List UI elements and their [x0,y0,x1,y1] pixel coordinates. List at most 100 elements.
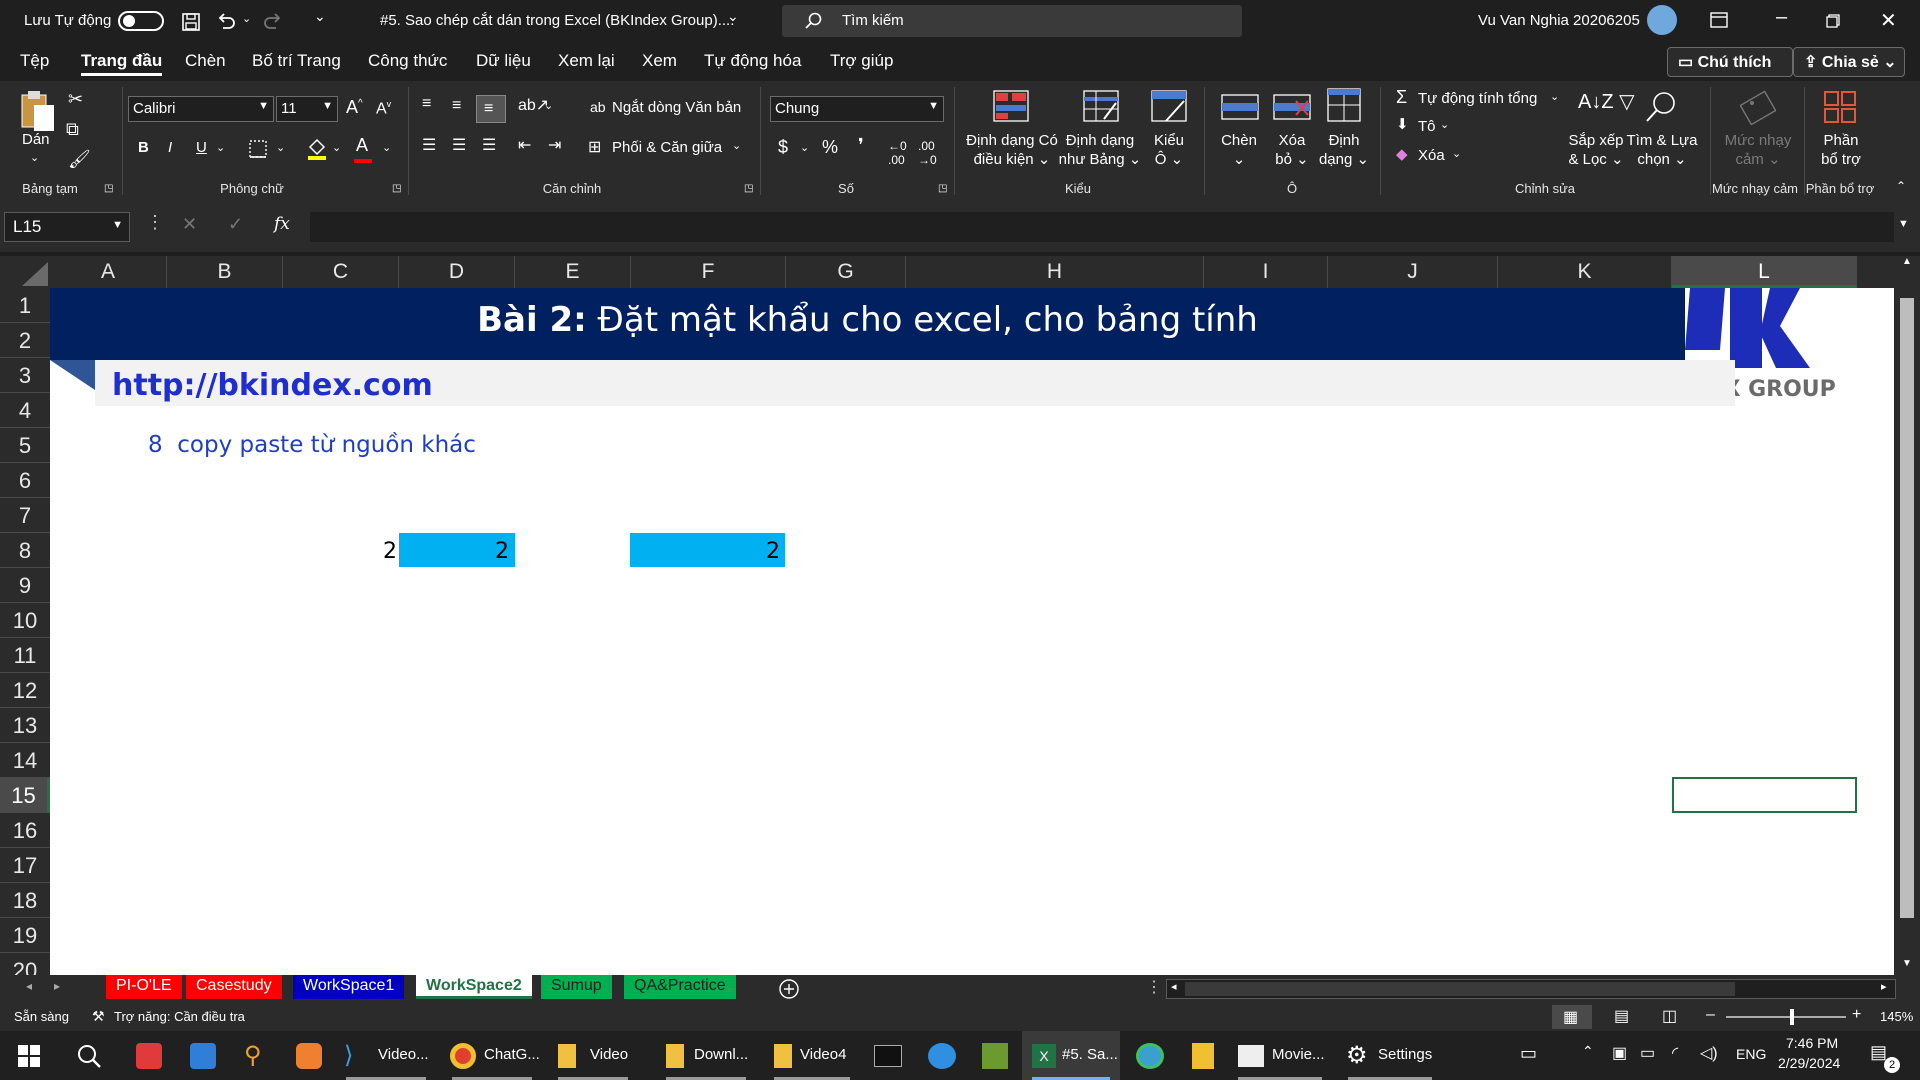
row-header[interactable]: 13 [0,708,50,743]
close-icon[interactable]: ✕ [1880,8,1897,33]
input-language[interactable]: ENG [1736,1046,1766,1062]
borders-dropdown-icon[interactable]: ⌄ [276,141,285,154]
column-header-e[interactable]: E [515,256,631,288]
clock-time[interactable]: 7:46 PM [1786,1035,1838,1051]
undo-dropdown-icon[interactable]: ⌄ [242,12,251,25]
row-header[interactable]: 11 [0,638,50,673]
format-cells-icon[interactable] [1326,87,1362,123]
number-format-dropdown[interactable]: Chung ▼ [770,96,944,122]
sheet-tab-pi-ole[interactable]: PI-O'LE [106,975,182,999]
delete-cells-button[interactable]: Xóa bỏ ⌄ [1266,131,1318,169]
h-scroll-thumb[interactable] [1185,982,1735,996]
paste-icon[interactable] [18,89,58,133]
merge-center-button[interactable]: Phối & Căn giữa [612,139,722,156]
conditional-formatting-button[interactable]: Định dạng Có điều kiện ⌄ [964,131,1060,169]
sheet-tab-qa-practice[interactable]: QA&Practice [624,975,736,999]
camera-icon[interactable]: ▣ [1612,1043,1627,1063]
column-header-g[interactable]: G [786,256,906,288]
next-sheet-icon[interactable]: ▸ [54,979,60,993]
clock-date[interactable]: 2/29/2024 [1778,1055,1840,1071]
row-header[interactable]: 3 [0,358,50,393]
sensitivity-icon[interactable] [1740,89,1776,125]
name-box[interactable]: L15 ▼ [4,212,130,242]
column-header-f[interactable]: F [631,256,786,288]
user-name[interactable]: Vu Van Nghia 20206205 [1478,12,1640,29]
format-as-table-icon[interactable] [1082,89,1120,123]
scroll-right-icon[interactable]: ▸ [1881,980,1887,993]
column-header-b[interactable]: B [167,256,283,288]
scroll-thumb[interactable] [1900,298,1914,918]
terminal-icon[interactable] [874,1045,902,1067]
currency-icon[interactable]: $ [778,137,788,158]
formula-input[interactable] [310,212,1894,242]
sort-filter-icon[interactable]: A↓Z ▽ [1578,89,1635,114]
expand-formula-icon[interactable]: ▼ [1898,218,1909,230]
row-header[interactable]: 7 [0,498,50,533]
tab-splitter-icon[interactable]: ⋮ [1146,977,1162,997]
addins-icon[interactable] [1822,89,1858,125]
wrap-text-button[interactable]: Ngắt dòng Văn bản [612,99,741,116]
taskbar-settings[interactable]: ⚙ Settings [1338,1031,1442,1080]
redo-icon[interactable] [262,10,284,32]
tab-data[interactable]: Dữ liệu [476,51,531,71]
enter-icon[interactable]: ✓ [228,214,243,235]
clipboard-launcher-icon[interactable]: ◳ [104,183,113,194]
insert-cells-button[interactable]: Chèn ⌄ [1214,131,1264,169]
comma-style-icon[interactable]: ❜ [858,135,864,156]
taskbar-vscode[interactable]: ⟩ Video... [336,1031,436,1080]
app-tool-icon[interactable] [982,1043,1008,1069]
avatar[interactable] [1647,5,1677,35]
sheet-tab-workspace2[interactable]: WorkSpace2 [416,975,532,999]
orientation-dropdown-icon[interactable]: ⌄ [544,99,553,112]
sheet-tab-workspace1[interactable]: WorkSpace1 [293,975,405,999]
cell-styles-button[interactable]: Kiểu Ô ⌄ [1144,131,1194,169]
column-header-d[interactable]: D [399,256,515,288]
windows-start-icon[interactable] [18,1045,40,1067]
taskbar-excel[interactable]: X #5. Sa... [1022,1031,1120,1080]
row-header[interactable]: 2 [0,323,50,358]
fill-color-icon[interactable] [306,137,328,161]
accessibility-status[interactable]: Trợ năng: Cần điều tra [114,1009,245,1024]
autosum-button[interactable]: Tự động tính tổng [1418,90,1537,107]
accessibility-icon[interactable]: ⚒ [92,1008,105,1025]
align-center-icon[interactable]: ☰ [452,135,466,155]
news-widget-icon[interactable]: ▭ [1520,1043,1537,1064]
column-header-l[interactable]: L [1672,256,1857,288]
paste-label[interactable]: Dán [22,131,50,148]
taskbar-movies[interactable]: Movie... [1228,1031,1332,1080]
ribbon-display-icon[interactable] [1710,12,1728,28]
tab-automate[interactable]: Tự động hóa [704,51,801,71]
row-header[interactable]: 14 [0,743,50,778]
font-name-dropdown[interactable]: Calibri ▼ [128,96,274,122]
save-icon[interactable] [181,12,201,32]
currency-dropdown-icon[interactable]: ⌄ [800,141,809,154]
share-button[interactable]: ⇪ Chia sẻ ⌄ [1793,47,1905,77]
cell-c8[interactable]: 2 [283,539,397,564]
row-header[interactable]: 9 [0,568,50,603]
tab-page-layout[interactable]: Bố trí Trang [252,51,341,71]
row-header[interactable]: 16 [0,813,50,848]
paste-dropdown-icon[interactable]: ⌄ [30,151,39,164]
font-color-dropdown-icon[interactable]: ⌄ [382,141,391,154]
row-header-selected[interactable]: 15 [0,778,50,813]
scroll-down-icon[interactable]: ▼ [1902,958,1912,969]
page-break-view-icon[interactable]: ◫ [1662,1006,1677,1026]
tab-formulas[interactable]: Công thức [368,51,447,71]
search-box[interactable]: Tìm kiếm [782,5,1242,37]
sort-filter-button[interactable]: Sắp xếp & Lọc ⌄ [1566,131,1626,169]
row-header[interactable]: 1 [0,288,50,323]
volume-icon[interactable]: ◁) [1700,1043,1718,1063]
comments-button[interactable]: ▭ Chú thích [1667,47,1793,77]
row-header[interactable]: 17 [0,848,50,883]
horizontal-scrollbar[interactable]: ◂ ▸ [1166,979,1896,999]
row-header[interactable]: 20 [0,953,50,975]
insert-cells-icon[interactable] [1220,91,1260,123]
tab-review[interactable]: Xem lại [558,51,615,71]
tab-file[interactable]: Tệp [20,51,49,71]
column-header-j[interactable]: J [1328,256,1498,288]
find-select-button[interactable]: Tìm & Lựa chọn ⌄ [1624,131,1700,169]
taskbar-folder-video[interactable]: Video [548,1031,638,1080]
app-pad-icon[interactable] [190,1043,216,1069]
font-color-icon[interactable]: A [356,135,368,156]
column-header-i[interactable]: I [1204,256,1328,288]
